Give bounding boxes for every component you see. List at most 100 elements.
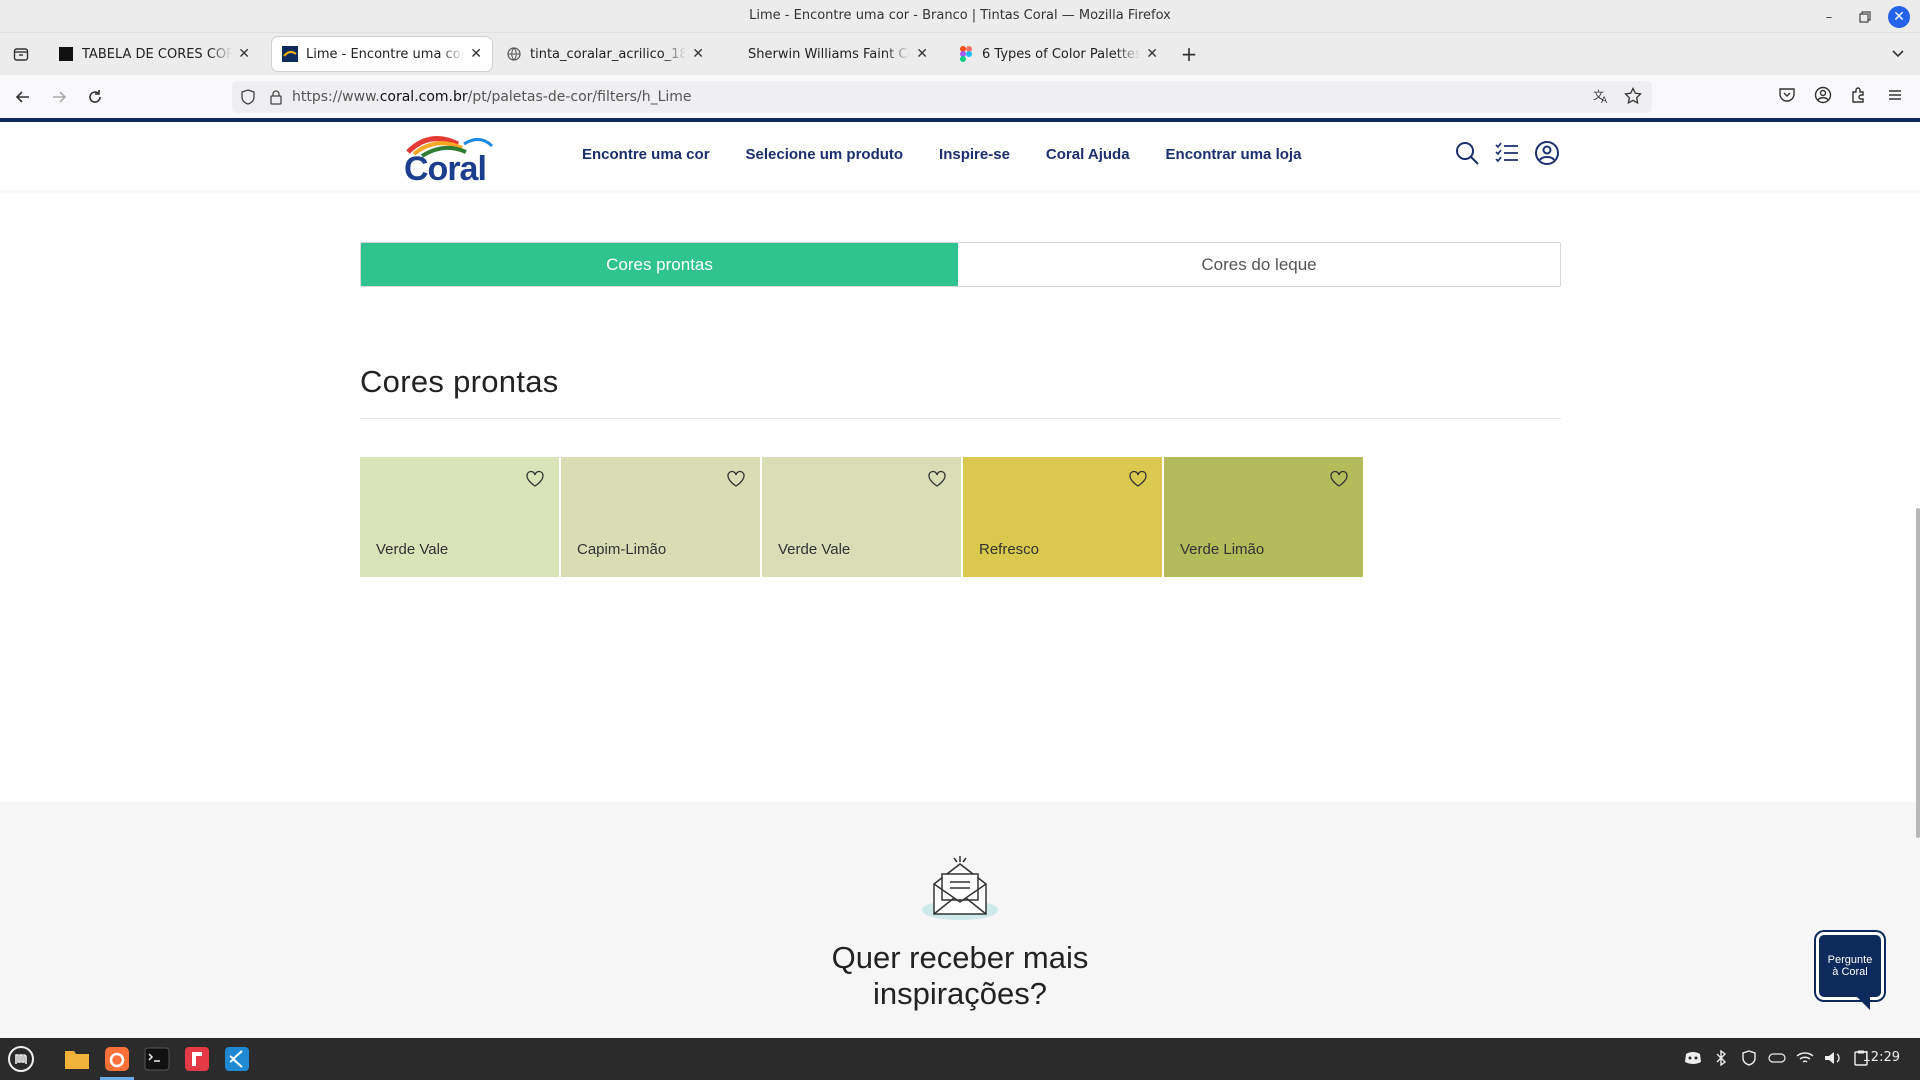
color-swatch[interactable]: Verde Limão (1164, 457, 1363, 577)
window-titlebar: Lime - Encontre uma cor - Branco | Tinta… (0, 0, 1920, 33)
chat-line2: à Coral (1832, 966, 1868, 978)
heart-icon[interactable] (525, 469, 545, 489)
minimize-button[interactable]: – (1816, 4, 1842, 30)
folder-icon (65, 1051, 89, 1069)
tab-list-button[interactable] (1890, 45, 1908, 63)
section-title: Cores prontas (360, 364, 559, 399)
heart-icon[interactable] (726, 469, 746, 489)
tab-tinta-coralar[interactable]: tinta_coralar_acrilico_18l_co ✕ (496, 37, 714, 71)
nav-inspire-se[interactable]: Inspire-se (939, 146, 1010, 163)
forward-button[interactable] (46, 84, 72, 110)
back-button[interactable] (10, 84, 36, 110)
color-swatch[interactable]: Capim-Limão (561, 457, 760, 577)
translate-icon[interactable]: 文A (1592, 87, 1610, 105)
tab-color-palettes[interactable]: 6 Types of Color Palettes: D ✕ (948, 37, 1168, 71)
swatch-grid: Verde Vale Capim-Limão Verde Vale Refres… (360, 457, 1363, 577)
volume-icon[interactable] (1824, 1049, 1842, 1067)
menu-button[interactable] (1884, 84, 1906, 106)
bookmark-star-icon[interactable] (1624, 87, 1642, 105)
heart-icon[interactable] (927, 469, 947, 489)
heart-icon[interactable] (1329, 469, 1349, 489)
tab-label: Lime - Encontre uma cor - Br (306, 46, 465, 62)
site-list-button[interactable] (1494, 140, 1520, 166)
color-type-toggle: Cores prontas Cores do leque (360, 242, 1561, 287)
figma-favicon-icon (958, 46, 974, 62)
system-tray (1684, 1049, 1870, 1067)
start-menu-button[interactable] (6, 1044, 36, 1074)
os-taskbar: 12:29 (0, 1038, 1920, 1080)
vpn-tray-icon[interactable] (1768, 1049, 1786, 1067)
toggle-cores-do-leque[interactable]: Cores do leque (958, 243, 1560, 286)
tab-lime-active[interactable]: Lime - Encontre uma cor - Br ✕ (272, 37, 492, 71)
close-window-button[interactable]: ✕ (1888, 6, 1910, 28)
tab-close-icon[interactable]: ✕ (470, 46, 482, 62)
nav-encontrar-uma-loja[interactable]: Encontrar uma loja (1166, 146, 1302, 163)
nav-coral-ajuda[interactable]: Coral Ajuda (1046, 146, 1130, 163)
nav-selecione-um-produto[interactable]: Selecione um produto (746, 146, 904, 163)
pocket-icon (1779, 88, 1795, 102)
url-text[interactable]: https://www.coral.com.br/pt/paletas-de-c… (292, 89, 692, 105)
files-taskbar-button[interactable] (62, 1044, 92, 1074)
account-button[interactable] (1812, 84, 1834, 106)
chevron-down-icon (1892, 50, 1904, 58)
newsletter-title: Quer receber mais inspirações? (0, 940, 1920, 1012)
url-bar[interactable]: https://www.coral.com.br/pt/paletas-de-c… (232, 81, 1652, 113)
firefox-view-button[interactable] (8, 41, 34, 67)
swatch-name: Capim-Limão (577, 541, 667, 558)
extensions-button[interactable] (1848, 84, 1870, 106)
pergunte-coral-chat-button[interactable]: Pergunte à Coral (1816, 932, 1884, 1012)
terminal-icon (144, 1047, 170, 1071)
tab-close-icon[interactable]: ✕ (238, 46, 250, 62)
color-swatch[interactable]: Verde Vale (762, 457, 961, 577)
hamburger-menu-icon (1889, 90, 1901, 100)
page-scrollbar[interactable] (1916, 508, 1920, 838)
reload-button[interactable] (82, 84, 108, 110)
account-icon (1814, 86, 1832, 104)
swatch-name: Verde Vale (376, 541, 449, 558)
terminal-taskbar-button[interactable] (142, 1044, 172, 1074)
chat-bubble-tail (1856, 996, 1870, 1010)
discord-tray-icon[interactable] (1684, 1049, 1702, 1067)
firefox-icon (105, 1047, 129, 1071)
clock[interactable]: 12:29 (1863, 1050, 1900, 1065)
color-swatch[interactable]: Refresco (963, 457, 1162, 577)
coral-favicon-icon (282, 46, 298, 62)
site-account-button[interactable] (1534, 140, 1560, 166)
shield-icon[interactable] (240, 89, 256, 105)
firefox-view-icon (13, 48, 29, 61)
globe-icon (506, 46, 522, 62)
toggle-cores-prontas[interactable]: Cores prontas (361, 243, 958, 286)
svg-text:A: A (1601, 96, 1608, 105)
arrow-right-icon (53, 91, 67, 103)
shield-tray-icon[interactable] (1740, 1049, 1758, 1067)
figma-taskbar-button[interactable] (182, 1044, 212, 1074)
window-title: Lime - Encontre uma cor - Branco | Tinta… (749, 8, 1171, 23)
newsletter-section: Quer receber mais inspirações? (0, 802, 1920, 1038)
pocket-button[interactable] (1776, 84, 1798, 106)
wifi-icon[interactable] (1796, 1049, 1814, 1067)
tab-close-icon[interactable]: ✕ (1146, 46, 1158, 62)
tab-sherwin-williams[interactable]: Sherwin Williams Faint Coral ✕ (738, 37, 938, 71)
maximize-button[interactable] (1852, 4, 1878, 30)
nav-encontre-uma-cor[interactable]: Encontre uma cor (582, 146, 710, 163)
vscode-taskbar-button[interactable] (222, 1044, 252, 1074)
navigation-toolbar: https://www.coral.com.br/pt/paletas-de-c… (0, 75, 1920, 118)
site-search-button[interactable] (1454, 140, 1480, 166)
tab-tabela-cores[interactable]: TABELA DE CORES CORAL – ✕ (48, 37, 260, 71)
tab-close-icon[interactable]: ✕ (692, 46, 704, 62)
section-divider (360, 418, 1561, 419)
heart-icon[interactable] (1128, 469, 1148, 489)
bluetooth-icon[interactable] (1712, 1049, 1730, 1067)
firefox-taskbar-button[interactable] (102, 1044, 132, 1074)
app-icon (185, 1047, 209, 1071)
swatch-name: Refresco (979, 541, 1040, 558)
tab-close-icon[interactable]: ✕ (916, 46, 928, 62)
url-path: /pt/paletas-de-cor/filters/h_Lime (467, 89, 692, 105)
lock-icon[interactable] (268, 89, 284, 105)
reload-icon (89, 90, 101, 103)
vscode-icon (225, 1047, 249, 1071)
puzzle-icon (1852, 87, 1864, 103)
new-tab-button[interactable]: + (1178, 42, 1200, 66)
color-swatch[interactable]: Verde Vale (360, 457, 559, 577)
coral-logo[interactable]: Coral (400, 130, 500, 188)
